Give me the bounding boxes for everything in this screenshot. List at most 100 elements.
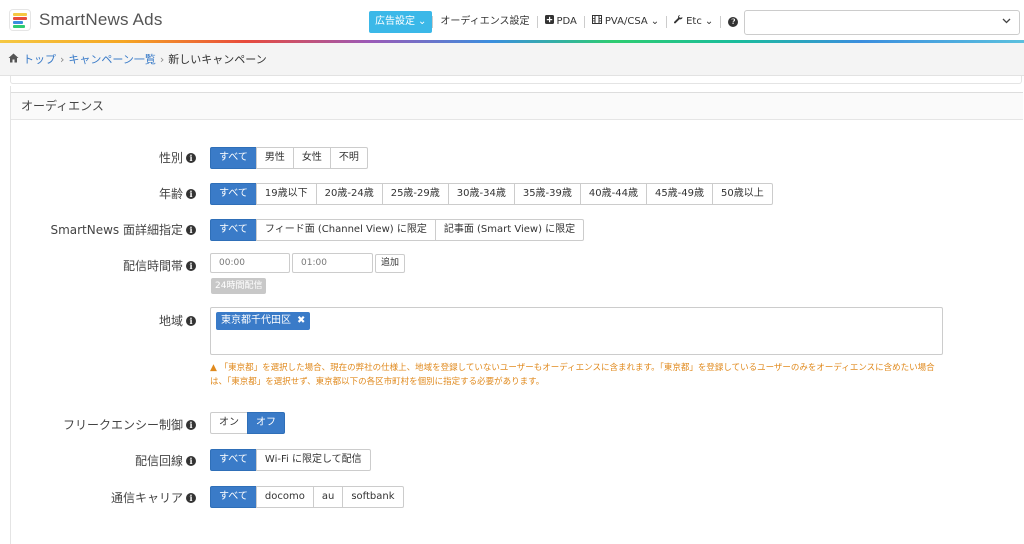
smartnews-logo-icon — [9, 9, 31, 31]
region-select[interactable]: 東京都千代田区 ✖ — [210, 307, 943, 355]
nav-pva-csa-label: PVA/CSA — [604, 16, 648, 27]
wrench-icon — [674, 11, 683, 33]
placement-smart-view-button[interactable]: 記事面 (Smart View) に限定 — [434, 219, 585, 241]
carrier-au-button[interactable]: au — [312, 486, 344, 508]
nav-ad-settings-label: 広告設定 — [375, 16, 415, 27]
chevron-right-icon: › — [60, 52, 65, 66]
placement-all-button[interactable]: すべて — [210, 219, 257, 241]
age-over-50-button[interactable]: 50歳以上 — [712, 183, 773, 205]
region-tag: 東京都千代田区 ✖ — [216, 312, 311, 330]
nav-audience-settings[interactable]: オーディエンス設定 — [433, 11, 536, 33]
connection-label: 配信回線 i — [135, 452, 196, 469]
connection-label-text: 配信回線 — [134, 454, 183, 468]
breadcrumb: トップ › キャンペーン一覧 › 新しいキャンペーン — [0, 43, 1024, 76]
chevron-right-icon: › — [159, 52, 165, 66]
age-25-29-button[interactable]: 25歳-29歳 — [381, 183, 449, 205]
nav-etc[interactable]: Etc ⌄ — [667, 11, 720, 33]
carrier-all-button[interactable]: すべて — [210, 486, 257, 508]
age-35-39-button[interactable]: 35歳-39歳 — [513, 183, 581, 205]
info-icon[interactable]: i — [186, 419, 196, 430]
age-label-text: 年齢 — [158, 187, 183, 201]
gender-male-button[interactable]: 男性 — [255, 147, 294, 169]
carrier-label-text: 通信キャリア — [110, 491, 183, 505]
info-icon[interactable]: i — [186, 152, 196, 163]
info-icon[interactable]: i — [186, 224, 196, 235]
connection-toggle-group: すべて Wi-Fi に限定して配信 — [210, 449, 371, 471]
placement-detail-toggle-group: すべて フィード面 (Channel View) に限定 記事面 (Smart … — [210, 219, 585, 241]
connection-wifi-button[interactable]: Wi-Fi に限定して配信 — [255, 449, 371, 471]
gender-toggle-group: すべて 男性 女性 不明 — [210, 147, 368, 169]
info-icon[interactable]: i — [186, 455, 196, 466]
caret-down-icon: ⌄ — [418, 16, 427, 27]
placement-channel-view-button[interactable]: フィード面 (Channel View) に限定 — [255, 219, 436, 241]
chevron-down-icon — [1002, 16, 1011, 27]
section-title: オーディエンス — [11, 92, 1023, 120]
gender-label: 性別 i — [159, 149, 196, 166]
info-icon[interactable]: i — [186, 260, 196, 271]
plus-square-icon — [544, 11, 554, 33]
age-20-24-button[interactable]: 20歳-24歳 — [315, 183, 383, 205]
info-icon[interactable]: i — [186, 315, 196, 326]
main-nav: 広告設定 ⌄ オーディエンス設定 PDA PVA/CSA ⌄ Etc ⌄ ? — [369, 11, 745, 33]
frequency-label: フリークエンシー制御 i — [63, 416, 196, 433]
region-label-text: 地域 — [158, 314, 183, 328]
age-45-49-button[interactable]: 45歳-49歳 — [645, 183, 714, 205]
carrier-toggle-group: すべて docomo au softbank — [210, 486, 404, 508]
info-icon[interactable]: i — [186, 492, 196, 503]
placement-detail-label-text: SmartNews 面詳細指定 — [50, 223, 183, 237]
gender-unknown-button[interactable]: 不明 — [329, 147, 368, 169]
nav-ad-settings[interactable]: 広告設定 ⌄ — [369, 11, 433, 33]
breadcrumb-current: 新しいキャンペーン — [168, 53, 267, 66]
frequency-off-button[interactable]: オフ — [247, 412, 285, 434]
nav-pda[interactable]: PDA — [538, 11, 584, 33]
caret-down-icon: ⌄ — [704, 16, 714, 27]
gender-female-button[interactable]: 女性 — [292, 147, 331, 169]
gender-all-button[interactable]: すべて — [210, 147, 257, 169]
end-time-input[interactable]: 01:00 — [292, 253, 373, 273]
previous-panel-edge — [10, 76, 1022, 84]
region-tag-label: 東京都千代田区 — [221, 315, 291, 326]
carrier-softbank-button[interactable]: softbank — [342, 486, 404, 508]
age-30-34-button[interactable]: 30歳-34歳 — [447, 183, 515, 205]
info-icon[interactable]: i — [186, 188, 196, 199]
breadcrumb-home-link[interactable]: トップ — [23, 51, 56, 67]
region-label: 地域 i — [159, 312, 196, 329]
region-warning-text: 「東京都」を選択した場合、現在の弊社の仕様上、地域を登録していないユーザーもオー… — [210, 363, 935, 387]
audience-panel: オーディエンス 性別 i すべて 男性 女性 不明 年齢 i すべて 19歳以下… — [10, 86, 1023, 544]
nav-pda-label: PDA — [556, 16, 577, 27]
top-navbar: SmartNews Ads 広告設定 ⌄ オーディエンス設定 PDA PVA/C… — [0, 0, 1024, 42]
delivery-time-label-text: 配信時間帯 — [122, 259, 183, 273]
age-label: 年齢 i — [159, 185, 196, 202]
carrier-docomo-button[interactable]: docomo — [255, 486, 314, 508]
warning-icon: ▲ — [210, 363, 217, 373]
question-icon: ? — [728, 17, 739, 27]
add-time-button[interactable]: 追加 — [375, 254, 406, 273]
nav-help[interactable]: ? — [721, 11, 745, 33]
nav-etc-label: Etc — [686, 16, 702, 27]
age-under-19-button[interactable]: 19歳以下 — [255, 183, 317, 205]
film-icon — [591, 11, 602, 33]
home-icon — [8, 53, 19, 66]
frequency-label-text: フリークエンシー制御 — [62, 418, 183, 432]
start-time-input[interactable]: 00:00 — [210, 253, 290, 273]
nav-pva-csa[interactable]: PVA/CSA ⌄ — [585, 11, 666, 33]
nav-audience-settings-label: オーディエンス設定 — [440, 16, 530, 27]
age-toggle-group: すべて 19歳以下 20歳-24歳 25歳-29歳 30歳-34歳 35歳-39… — [210, 183, 773, 205]
carrier-label: 通信キャリア i — [111, 489, 196, 506]
region-warning: ▲ 「東京都」を選択した場合、現在の弊社の仕様上、地域を登録していないユーザーも… — [210, 361, 950, 389]
frequency-on-button[interactable]: オン — [210, 412, 248, 434]
logo[interactable]: SmartNews Ads — [9, 9, 163, 31]
age-40-44-button[interactable]: 40歳-44歳 — [579, 183, 647, 205]
breadcrumb-campaign-list-link[interactable]: キャンペーン一覧 — [68, 51, 155, 67]
frequency-toggle-group: オン オフ — [210, 412, 285, 434]
delivery-time-label: 配信時間帯 i — [123, 257, 196, 274]
account-select[interactable] — [744, 10, 1020, 35]
placement-detail-label: SmartNews 面詳細指定 i — [50, 221, 196, 238]
connection-all-button[interactable]: すべて — [210, 449, 257, 471]
caret-down-icon: ⌄ — [650, 16, 660, 27]
gender-label-text: 性別 — [158, 151, 183, 165]
all-day-button[interactable]: 24時間配信 — [211, 278, 267, 294]
remove-tag-icon[interactable]: ✖ — [297, 312, 305, 330]
age-all-button[interactable]: すべて — [210, 183, 257, 205]
logo-text: SmartNews Ads — [39, 10, 163, 29]
